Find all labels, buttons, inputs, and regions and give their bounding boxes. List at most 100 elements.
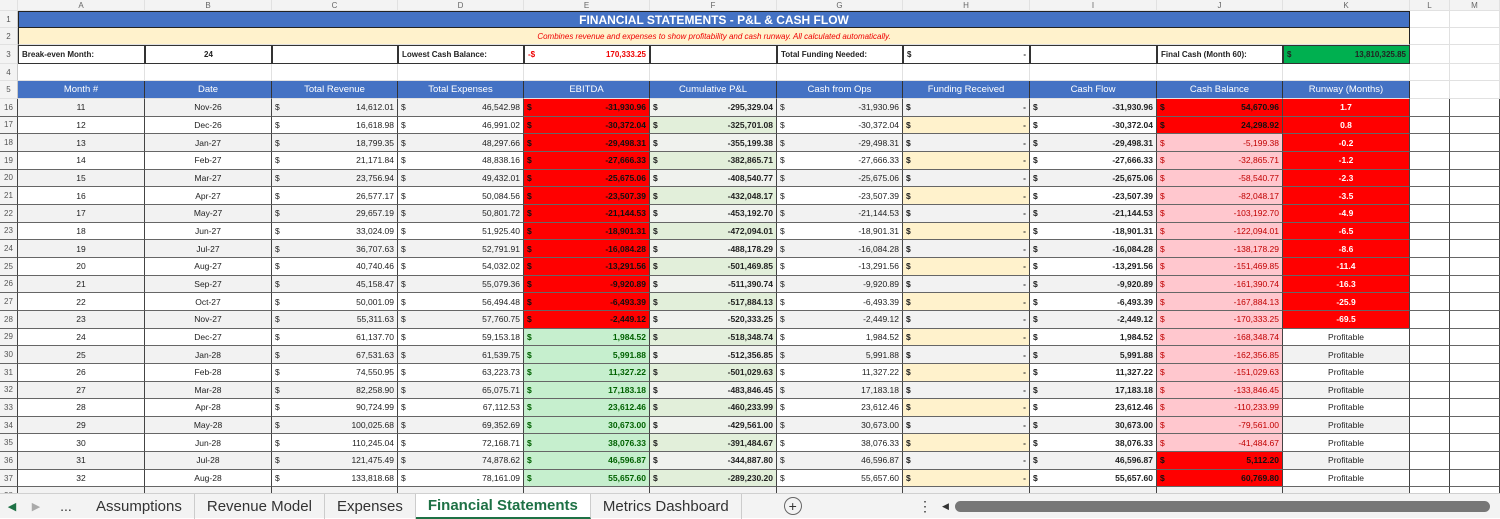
cell-runway[interactable]: Profitable	[1283, 381, 1410, 400]
cell-cash-flow[interactable]: $ -9,920.89	[1030, 275, 1157, 294]
cell-runway[interactable]: -8.6	[1283, 240, 1410, 258]
cell-runway[interactable]: Profitable	[1283, 328, 1410, 347]
empty-cell[interactable]	[145, 64, 272, 81]
cell-cash-from-ops[interactable]: $38,076.33	[777, 434, 903, 453]
cell-cumulative-pl[interactable]: $ -408,540.77	[650, 169, 777, 188]
cell-cash-balance[interactable]: $ -168,348.74	[1157, 328, 1283, 347]
row-number[interactable]: 24	[0, 240, 18, 258]
cell-month[interactable]: 31	[18, 452, 145, 470]
cell-cumulative-pl[interactable]: $ -432,048.17	[650, 187, 777, 205]
empty-cell[interactable]	[1410, 346, 1450, 364]
column-header[interactable]: EBITDA	[524, 81, 650, 99]
cell-date[interactable]: Nov-26	[145, 99, 272, 117]
empty-cell[interactable]	[1450, 346, 1500, 364]
row-number[interactable]: 35	[0, 434, 18, 453]
empty-cell[interactable]	[1410, 310, 1450, 329]
row-number[interactable]: 22	[0, 204, 18, 223]
cell-cumulative-pl[interactable]: $ -520,333.25	[650, 310, 777, 329]
empty-cell[interactable]	[650, 45, 777, 64]
row-number[interactable]: 17	[0, 116, 18, 135]
cell-month[interactable]: 21	[18, 275, 145, 294]
tab-financial-statements[interactable]: Financial Statements	[415, 493, 591, 519]
column-header-m[interactable]: M	[1450, 0, 1500, 11]
cell-month[interactable]: 20	[18, 257, 145, 276]
cell-cumulative-pl[interactable]: $ -517,884.13	[650, 293, 777, 311]
column-header-d[interactable]: D	[398, 0, 524, 11]
cell-runway[interactable]: 0.8	[1283, 116, 1410, 135]
cell-cash-flow[interactable]: $17,183.18	[1030, 381, 1157, 400]
funding-needed-value[interactable]: $ -	[903, 45, 1030, 64]
cell-date[interactable]: Jun-27	[145, 222, 272, 241]
cell-cash-from-ops[interactable]: $ -2,449.12	[777, 310, 903, 329]
cell-month[interactable]: 14	[18, 151, 145, 170]
cell-cash-from-ops[interactable]: $ -21,144.53	[777, 204, 903, 223]
row-number[interactable]: 32	[0, 381, 18, 400]
cell-cash-flow[interactable]: $ -31,930.96	[1030, 99, 1157, 117]
empty-cell[interactable]	[1450, 81, 1500, 99]
row-number[interactable]: 18	[0, 134, 18, 152]
cell-cash-balance[interactable]: $ -79,561.00	[1157, 416, 1283, 435]
cell-date[interactable]: Sep-27	[145, 275, 272, 294]
row-number[interactable]: 2	[0, 28, 18, 45]
empty-cell[interactable]	[1410, 363, 1450, 382]
cell-date[interactable]: Apr-28	[145, 399, 272, 417]
cell-funding-received[interactable]: $ -	[903, 434, 1030, 453]
breakeven-value[interactable]: 24	[145, 45, 272, 64]
cell-ebitda[interactable]: $30,673.00	[524, 416, 650, 435]
empty-cell[interactable]	[1450, 11, 1500, 28]
cell-ebitda[interactable]: $ -30,372.04	[524, 116, 650, 135]
cell-cash-balance[interactable]: $ -110,233.99	[1157, 399, 1283, 417]
row-number[interactable]: 33	[0, 399, 18, 417]
cell-date[interactable]: Nov-27	[145, 310, 272, 329]
empty-cell[interactable]	[1410, 64, 1450, 81]
cell-cash-from-ops[interactable]: $ -25,675.06	[777, 169, 903, 188]
cell-funding-received[interactable]: $ -	[903, 293, 1030, 311]
empty-cell[interactable]	[1450, 310, 1500, 329]
cell-runway[interactable]: Profitable	[1283, 363, 1410, 382]
column-header[interactable]: Month #	[18, 81, 145, 99]
cell-expenses[interactable]: $72,168.71	[398, 434, 524, 453]
cell-revenue[interactable]: $26,577.17	[272, 187, 398, 205]
cell-funding-received[interactable]: $ -	[903, 169, 1030, 188]
cell-cash-balance[interactable]: $ -161,390.74	[1157, 275, 1283, 294]
empty-cell[interactable]	[1410, 204, 1450, 223]
empty-cell[interactable]	[1450, 434, 1500, 453]
empty-cell[interactable]	[1030, 45, 1157, 64]
empty-cell[interactable]	[1410, 45, 1450, 64]
cell-cash-from-ops[interactable]: $ -16,084.28	[777, 240, 903, 258]
cell-cash-flow[interactable]: $ -2,449.12	[1030, 310, 1157, 329]
cell-month[interactable]: 22	[18, 293, 145, 311]
cell-ebitda[interactable]: $ -2,449.12	[524, 310, 650, 329]
cell-expenses[interactable]: $50,084.56	[398, 187, 524, 205]
cell-expenses[interactable]: $57,760.75	[398, 310, 524, 329]
cell-month[interactable]: 16	[18, 187, 145, 205]
empty-cell[interactable]	[1283, 64, 1410, 81]
cell-cumulative-pl[interactable]: $ -289,230.20	[650, 469, 777, 488]
column-header[interactable]: Cash from Ops	[777, 81, 903, 99]
cell-runway[interactable]: -6.5	[1283, 222, 1410, 241]
cell-expenses[interactable]: $63,223.73	[398, 363, 524, 382]
empty-cell[interactable]	[1450, 64, 1500, 81]
scroll-tabs-left-icon[interactable]: ◀	[0, 500, 24, 513]
cell-ebitda[interactable]: $5,991.88	[524, 346, 650, 364]
cell-date[interactable]: Mar-27	[145, 169, 272, 188]
cell-cumulative-pl[interactable]: $ -512,356.85	[650, 346, 777, 364]
cell-cash-balance[interactable]: $ -32,865.71	[1157, 151, 1283, 170]
scroll-tabs-right-icon[interactable]: ▶	[24, 500, 48, 513]
empty-cell[interactable]	[1450, 275, 1500, 294]
column-header-a[interactable]: A	[18, 0, 145, 11]
empty-cell[interactable]	[1450, 399, 1500, 417]
row-number[interactable]: 16	[0, 99, 18, 117]
cell-revenue[interactable]: $61,137.70	[272, 328, 398, 347]
cell-revenue[interactable]: $23,756.94	[272, 169, 398, 188]
cell-cash-from-ops[interactable]: $ -30,372.04	[777, 116, 903, 135]
cell-cumulative-pl[interactable]: $ -391,484.67	[650, 434, 777, 453]
empty-cell[interactable]	[1450, 222, 1500, 241]
cell-cash-balance[interactable]: $ -151,029.63	[1157, 363, 1283, 382]
cell-cash-from-ops[interactable]: $46,596.87	[777, 452, 903, 470]
cell-ebitda[interactable]: $38,076.33	[524, 434, 650, 453]
tab-assumptions[interactable]: Assumptions	[84, 493, 195, 519]
cell-revenue[interactable]: $50,001.09	[272, 293, 398, 311]
column-header[interactable]: Total Revenue	[272, 81, 398, 99]
row-number[interactable]: 25	[0, 257, 18, 276]
